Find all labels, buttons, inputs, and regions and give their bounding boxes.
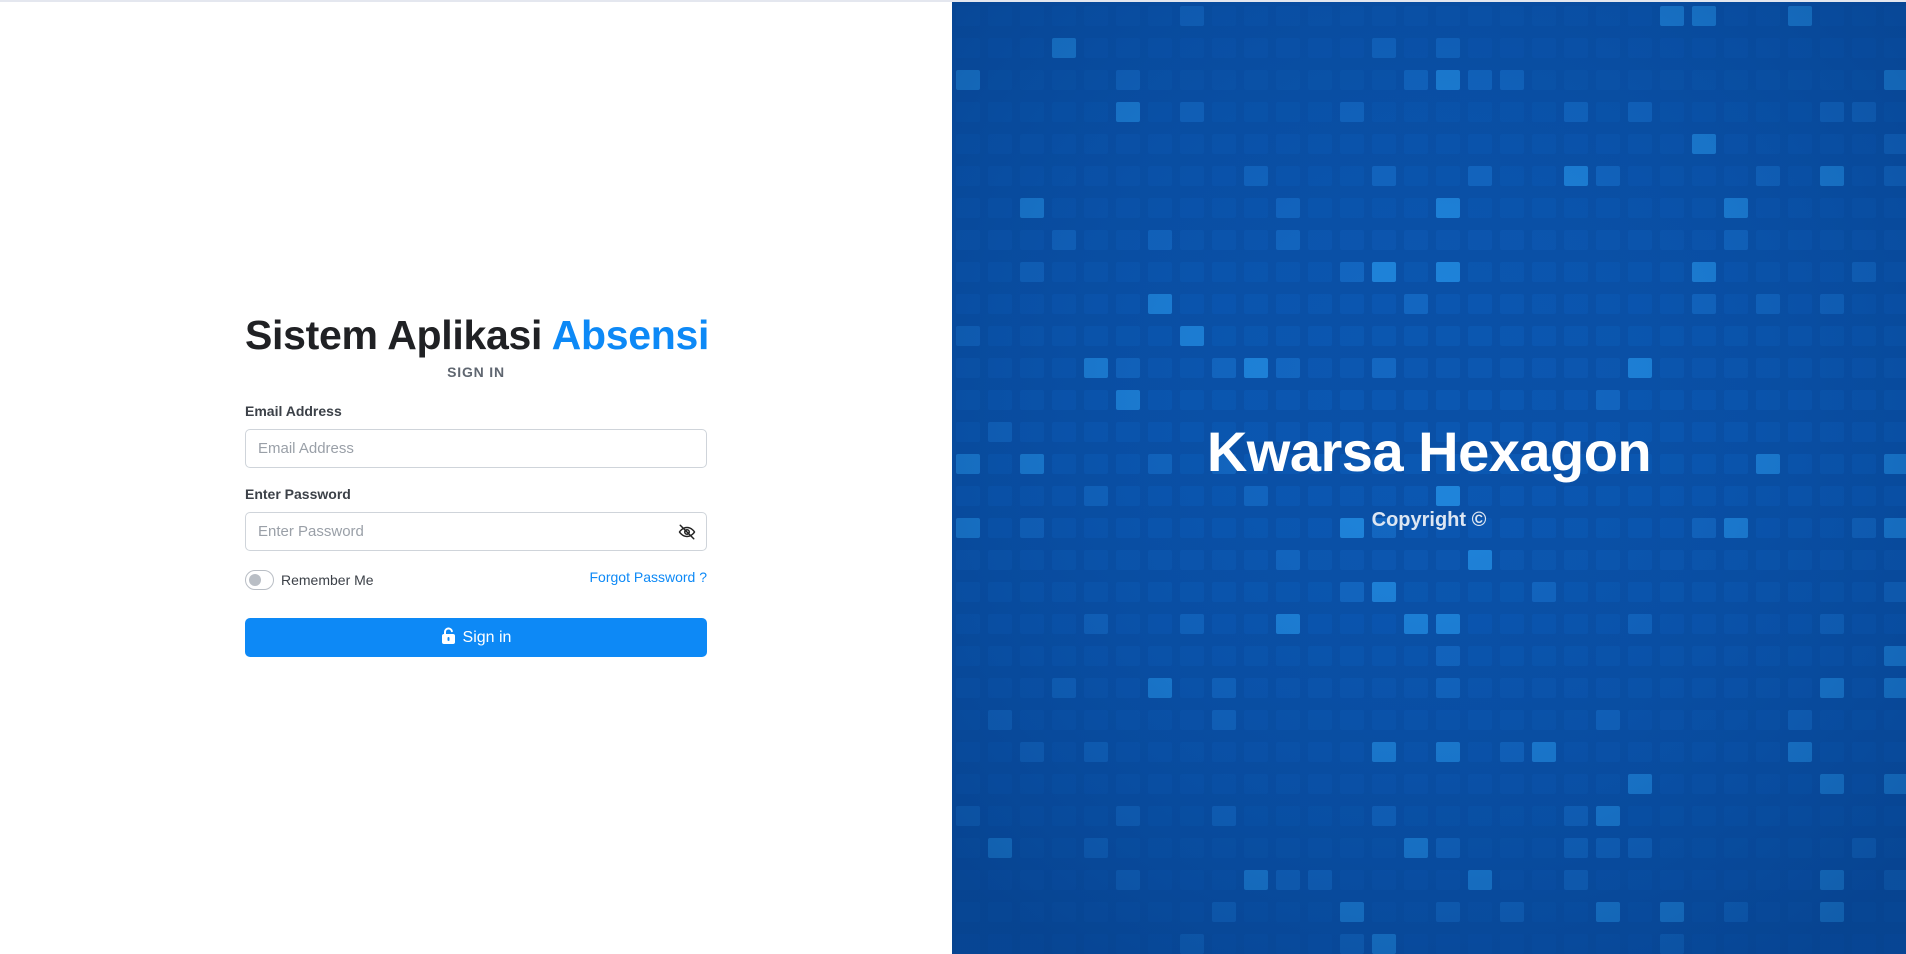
remember-me-label: Remember Me xyxy=(281,572,374,588)
toggle-knob xyxy=(249,574,261,586)
email-field-box xyxy=(245,429,707,468)
login-panel: Sistem Aplikasi Absensi SIGN IN Email Ad… xyxy=(0,2,951,954)
sign-in-button[interactable]: Sign in xyxy=(245,618,707,657)
password-field[interactable] xyxy=(246,513,706,550)
app-title-main: Sistem Aplikasi xyxy=(245,312,543,358)
email-field[interactable] xyxy=(246,430,706,467)
brand-panel: Kwarsa Hexagon Copyright © xyxy=(952,2,1906,954)
brand-title: Kwarsa Hexagon xyxy=(1206,420,1652,483)
form-subtitle: SIGN IN xyxy=(447,364,505,380)
password-label: Enter Password xyxy=(245,486,351,502)
copyright-text: Copyright © xyxy=(1371,509,1487,531)
sign-in-label: Sign in xyxy=(462,628,512,646)
email-label: Email Address xyxy=(245,403,342,419)
app-title: Sistem Aplikasi Absensi xyxy=(245,310,710,360)
form-options-row: Remember Me Forgot Password ? xyxy=(245,569,707,595)
login-form: Sistem Aplikasi Absensi SIGN IN Email Ad… xyxy=(245,310,710,657)
remember-me-toggle[interactable] xyxy=(245,570,274,590)
forgot-password-link[interactable]: Forgot Password ? xyxy=(590,569,708,585)
unlock-icon xyxy=(441,627,456,649)
login-page: Sistem Aplikasi Absensi SIGN IN Email Ad… xyxy=(0,0,1906,954)
app-title-accent: Absensi xyxy=(551,312,710,358)
password-field-box xyxy=(245,512,707,551)
eye-slash-icon[interactable] xyxy=(678,523,696,541)
